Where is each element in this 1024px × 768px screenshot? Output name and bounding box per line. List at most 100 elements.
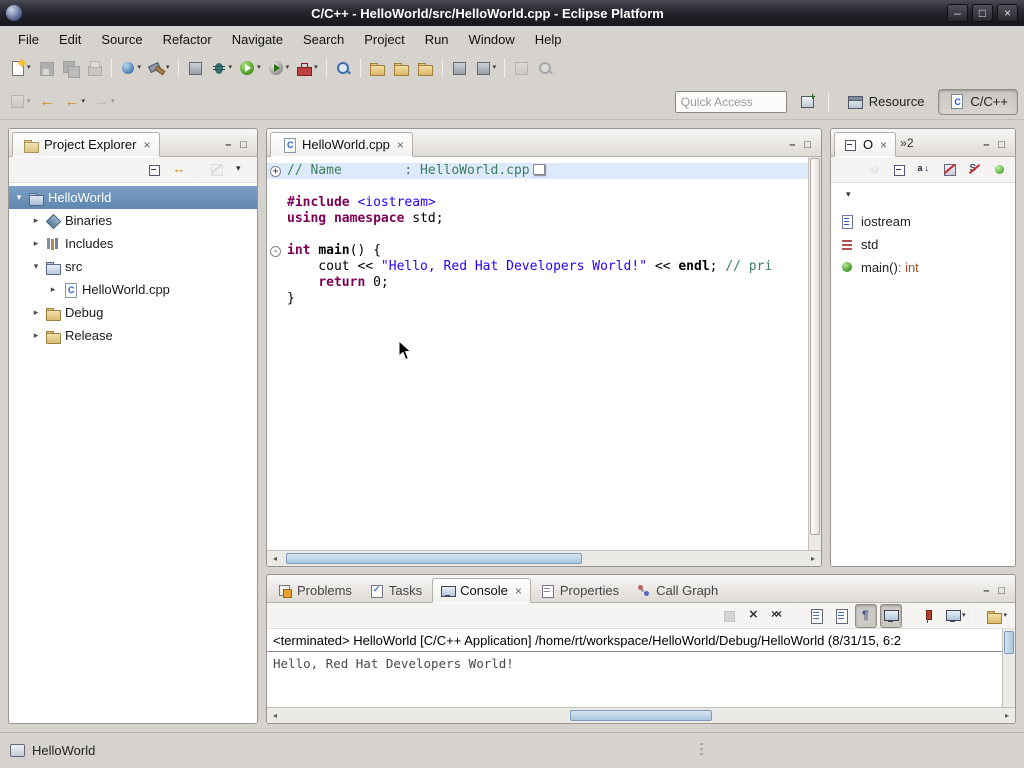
tree-item-src[interactable]: src — [9, 255, 257, 278]
maximize-console-button[interactable] — [998, 586, 1005, 597]
collapse-all-button[interactable] — [143, 158, 165, 182]
save-all-button[interactable] — [59, 56, 82, 80]
editor-horizontal-scrollbar[interactable] — [267, 550, 821, 566]
run-dropdown-arrow[interactable] — [257, 64, 261, 72]
open-element-button[interactable] — [366, 56, 389, 80]
last-edit-location-button[interactable] — [36, 90, 59, 114]
open-console-dropdown-arrow[interactable] — [1003, 612, 1007, 620]
last-edit-button[interactable] — [510, 56, 533, 80]
profile-dropdown-arrow[interactable] — [286, 64, 290, 72]
close-button[interactable]: × — [997, 4, 1018, 22]
console-vertical-scrollbar[interactable] — [1002, 629, 1015, 707]
forward-dropdown-arrow[interactable] — [111, 98, 115, 106]
menu-file[interactable]: File — [8, 29, 49, 50]
close-editor-icon[interactable] — [397, 139, 404, 151]
debug-button[interactable] — [208, 56, 236, 80]
tree-collapsed-arrow[interactable] — [29, 330, 43, 341]
code-line[interactable]: #include <iostream> — [267, 195, 808, 211]
menu-help[interactable]: Help — [525, 29, 572, 50]
remove-all-terminated-button[interactable] — [768, 604, 790, 628]
tree-item-binaries[interactable]: Binaries — [9, 209, 257, 232]
annotations-button[interactable] — [472, 56, 500, 80]
hide-non-public-button[interactable] — [988, 158, 1010, 182]
maximize-outline-button[interactable] — [998, 140, 1005, 151]
open-console-button[interactable] — [983, 604, 1010, 628]
scroll-left-arrow[interactable] — [267, 551, 283, 566]
fold-minus-marker[interactable]: - — [270, 246, 281, 257]
tab-project-explorer[interactable]: Project Explorer — [12, 132, 160, 157]
minimize-console-button[interactable] — [983, 586, 989, 597]
new-button[interactable] — [6, 56, 34, 80]
code-line[interactable]: cout << "Hello, Red Hat Developers World… — [267, 259, 808, 275]
hide-static-members-button[interactable] — [963, 158, 985, 182]
profile-button[interactable] — [265, 56, 293, 80]
close-view-icon[interactable] — [143, 139, 150, 151]
tab-helloworld-cpp[interactable]: HelloWorld.cpp — [270, 132, 413, 157]
outline-item-std[interactable]: std — [831, 233, 1015, 256]
annotations-dropdown-arrow[interactable] — [493, 64, 497, 72]
debug-dropdown-arrow[interactable] — [229, 64, 233, 72]
external-tools-dropdown-arrow[interactable] — [314, 64, 318, 72]
open-resource-button[interactable] — [414, 56, 437, 80]
maximize-editor-button[interactable] — [804, 140, 811, 151]
tree-collapsed-arrow[interactable] — [29, 238, 43, 249]
outline-view-menu-button[interactable] — [840, 183, 862, 207]
scrollbar-track[interactable] — [284, 709, 998, 722]
tab-properties[interactable]: Properties — [533, 579, 627, 602]
code-area[interactable]: +// Name : HelloWorld.cpp#include <iostr… — [267, 157, 808, 550]
tree-collapsed-arrow[interactable] — [29, 215, 43, 226]
terminate-button[interactable] — [718, 604, 740, 628]
back-dropdown-arrow[interactable] — [82, 98, 86, 106]
tab-console[interactable]: Console — [432, 578, 531, 603]
new-cpp-wizard-dropdown-arrow[interactable] — [138, 64, 142, 72]
scroll-right-arrow[interactable] — [999, 708, 1015, 723]
console-horizontal-scrollbar[interactable] — [267, 707, 1015, 723]
outline-collapse-all-button[interactable] — [888, 158, 910, 182]
back-button[interactable] — [61, 90, 89, 114]
outline-item-main[interactable]: main() : int — [831, 256, 1015, 279]
maximize-button[interactable]: □ — [972, 4, 993, 22]
menu-navigate[interactable]: Navigate — [222, 29, 293, 50]
scrollbar-track[interactable] — [284, 552, 804, 565]
view-overflow-chevron[interactable]: »2 — [900, 136, 913, 150]
tree-collapsed-arrow[interactable] — [46, 284, 60, 295]
tree-item-helloworld[interactable]: HelloWorld — [9, 186, 257, 209]
new-cpp-wizard-button[interactable] — [117, 56, 145, 80]
scrollbar-thumb[interactable] — [286, 553, 582, 564]
maximize-view-button[interactable] — [240, 140, 247, 151]
scroll-lock-button[interactable] — [830, 604, 852, 628]
tab-call-graph[interactable]: Call Graph — [629, 579, 726, 602]
scroll-left-arrow[interactable] — [267, 708, 283, 723]
build-all-button[interactable] — [145, 56, 173, 80]
pin-console-button[interactable] — [917, 604, 939, 628]
print-button[interactable] — [83, 56, 106, 80]
perspective-cpp-button[interactable]: C/C++ — [938, 89, 1018, 115]
fold-plus-marker[interactable]: + — [270, 166, 281, 177]
run-button[interactable] — [236, 56, 264, 80]
focus-on-active-task-button[interactable] — [205, 158, 227, 182]
editor-presentation-dropdown-arrow[interactable] — [27, 98, 31, 106]
tree-item-includes[interactable]: Includes — [9, 232, 257, 255]
code-line[interactable]: using namespace std; — [267, 211, 808, 227]
scrollbar-thumb[interactable] — [1004, 631, 1014, 654]
external-tools-button[interactable] — [293, 56, 321, 80]
scrollbar-thumb[interactable] — [810, 158, 820, 535]
tab-problems[interactable]: Problems — [270, 579, 360, 602]
tree-collapsed-arrow[interactable] — [29, 307, 43, 318]
menu-refactor[interactable]: Refactor — [153, 29, 222, 50]
menu-edit[interactable]: Edit — [49, 29, 91, 50]
display-selected-console-button[interactable] — [942, 604, 969, 628]
close-tab-icon[interactable] — [515, 585, 522, 597]
code-line[interactable] — [267, 179, 808, 195]
menu-project[interactable]: Project — [354, 29, 414, 50]
code-line[interactable] — [267, 227, 808, 243]
clear-console-button[interactable] — [805, 604, 827, 628]
link-outline-button[interactable] — [863, 158, 885, 182]
new-dropdown-arrow[interactable] — [27, 64, 31, 72]
sort-button[interactable] — [913, 158, 935, 182]
hide-fields-button[interactable] — [938, 158, 960, 182]
manage-configurations-button[interactable] — [184, 56, 207, 80]
minimize-outline-button[interactable] — [983, 140, 989, 151]
tree-item-release[interactable]: Release — [9, 324, 257, 347]
toggle-mark-occurrences-button[interactable] — [448, 56, 471, 80]
